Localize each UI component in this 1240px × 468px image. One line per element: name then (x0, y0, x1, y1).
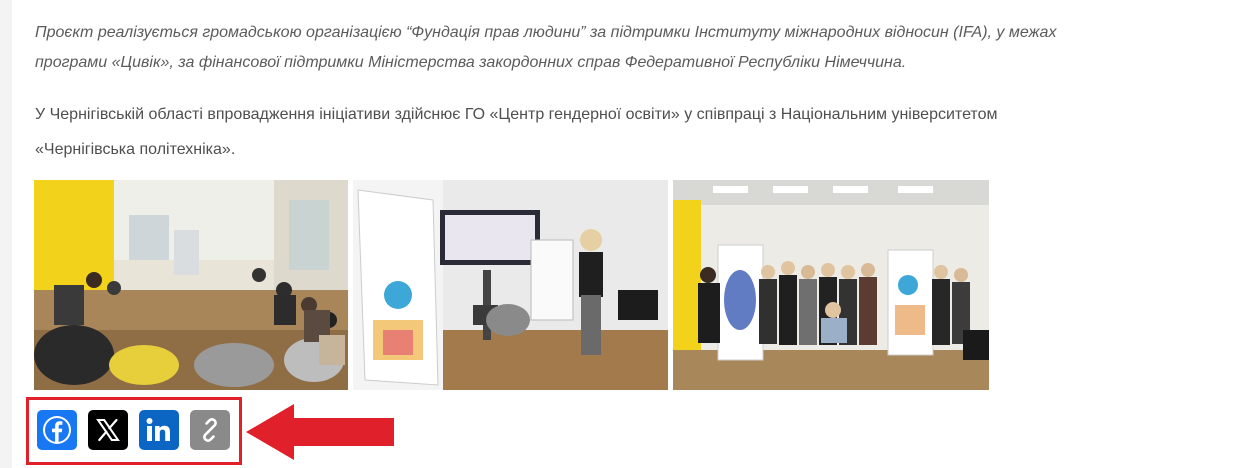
x-share-button[interactable] (88, 410, 128, 450)
region-description: У Чернігівській області впровадження іні… (35, 97, 1240, 167)
region-description-line-2: «Чернігівська політехніка». (35, 141, 236, 158)
link-icon (203, 418, 217, 442)
project-description-line-1: Проєкт реалізується громадською організа… (35, 24, 1057, 41)
region-description-line-1: У Чернігівській області впровадження іні… (35, 106, 998, 123)
gallery-photo-3[interactable] (673, 180, 989, 390)
project-description-line-2: програми «Цивік», за фінансової підтримк… (35, 54, 907, 71)
gallery-photo-1[interactable] (34, 180, 348, 390)
linkedin-share-button[interactable] (139, 410, 179, 450)
highlight-arrow (246, 404, 394, 460)
linkedin-icon (146, 418, 170, 441)
project-description: Проєкт реалізується громадською організа… (35, 18, 1240, 78)
facebook-icon (43, 416, 71, 444)
facebook-share-button[interactable] (37, 410, 77, 450)
x-icon (96, 418, 120, 442)
gallery-photo-2[interactable] (353, 180, 668, 390)
copy-link-button[interactable] (190, 410, 230, 450)
